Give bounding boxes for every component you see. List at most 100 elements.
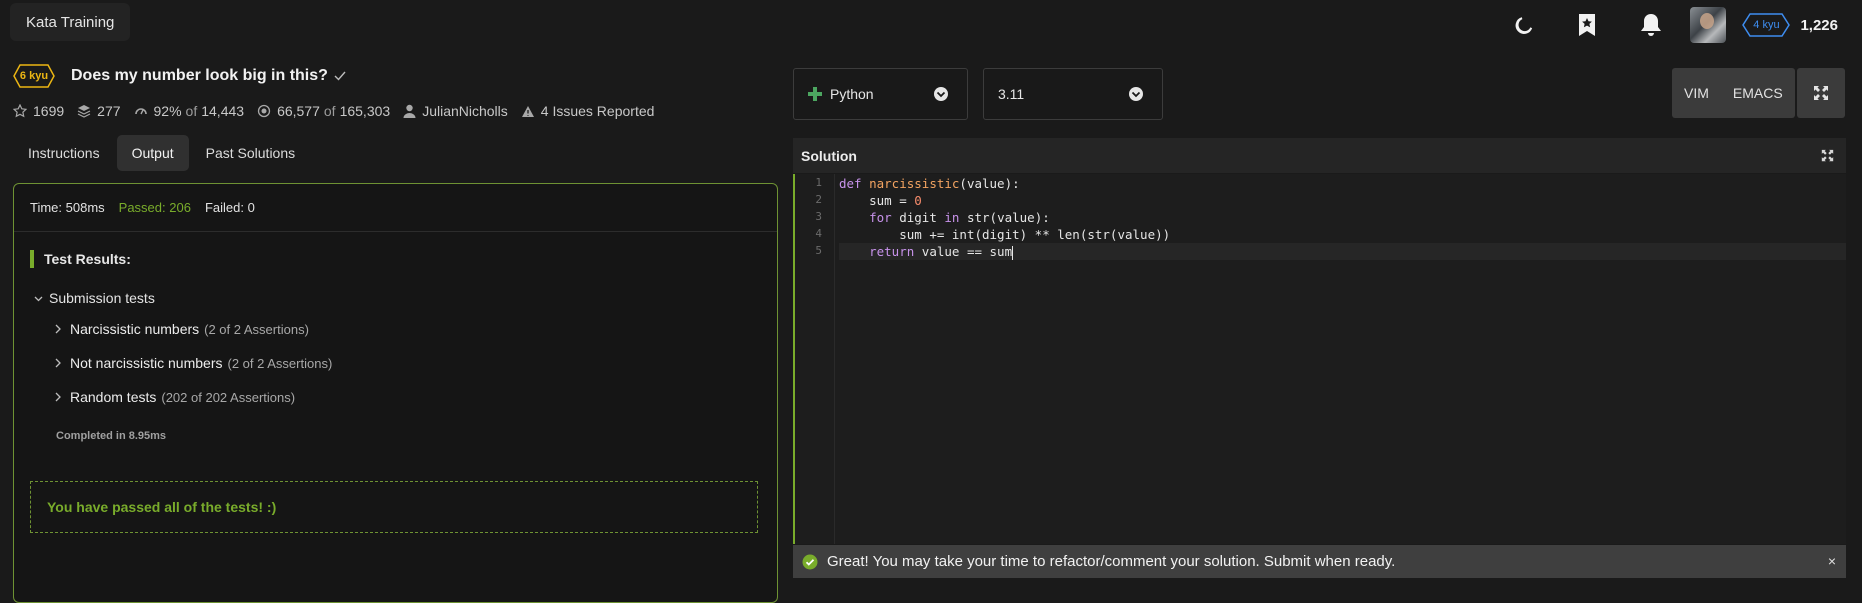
check-icon (334, 70, 346, 82)
code-token: str(value): (959, 210, 1050, 225)
test-assertions: (2 of 2 Assertions) (204, 321, 309, 337)
warning-icon (521, 105, 535, 118)
code-token: value == sum (914, 244, 1013, 259)
kata-title-row: 6 kyu Does my number look big in this? (13, 58, 778, 94)
output-summary: Time: 508ms Passed: 206 Failed: 0 (14, 184, 777, 232)
code-token: (value): (959, 176, 1020, 191)
moon-icon[interactable] (1514, 15, 1534, 35)
language-value: Python (830, 86, 874, 102)
code-token: for (869, 210, 892, 225)
passed-label: Passed: 206 (118, 200, 191, 215)
success-toast: Great! You may take your time to refacto… (793, 545, 1846, 578)
completed-time: Completed in 8.95ms (56, 430, 167, 442)
chevron-right-icon (54, 392, 62, 402)
star-icon (13, 104, 27, 118)
submission-tests-group[interactable]: Submission tests (34, 290, 155, 306)
collections-count: 277 (97, 103, 121, 119)
test-name: Not narcissistic numbers (70, 355, 223, 371)
tab-past-solutions[interactable]: Past Solutions (191, 135, 311, 171)
code-line-current: return value == sum (839, 243, 1846, 260)
code-line: sum = 0 (839, 192, 1846, 209)
code-token: def (839, 176, 862, 191)
failed-label: Failed: 0 (204, 200, 255, 215)
code-token: narcissistic (869, 176, 960, 191)
check-circle-icon (802, 554, 818, 570)
user-rank-badge: 4 kyu (1742, 13, 1791, 37)
stars-stat[interactable]: 1699 (13, 103, 64, 119)
line-number: 4 (815, 227, 822, 240)
solution-header: Solution (793, 138, 1846, 173)
line-number: 3 (815, 210, 822, 223)
of-label: of (185, 103, 198, 119)
version-select[interactable]: 3.11 (983, 68, 1163, 120)
code-editor[interactable]: 1 2 3 4 5 def narcissistic(value): sum =… (793, 174, 1846, 544)
kata-training-link[interactable]: Kata Training (10, 3, 131, 41)
tab-output[interactable]: Output (116, 135, 189, 171)
attempted-count: 165,303 (339, 103, 391, 119)
close-icon[interactable]: × (1828, 553, 1836, 569)
code-token: sum = (869, 193, 915, 208)
line-number: 1 (815, 176, 822, 189)
of-label: of (323, 103, 336, 119)
chevron-down-icon (933, 86, 949, 102)
kata-title: Does my number look big in this? (71, 67, 328, 84)
code-token: in (944, 210, 960, 225)
emacs-mode-button[interactable]: EMACS (1721, 68, 1795, 118)
toast-message: Great! You may take your time to refacto… (827, 553, 1396, 570)
line-number: 2 (815, 193, 822, 206)
completed-count: 66,577 (277, 103, 320, 119)
test-name: Narcissistic numbers (70, 321, 200, 337)
line-gutter: 1 2 3 4 5 (795, 174, 835, 544)
code-token: digit (891, 210, 945, 225)
kata-tabs: Instructions Output Past Solutions (13, 134, 778, 172)
author-stat[interactable]: JulianNicholls (403, 103, 508, 119)
text-cursor (1012, 245, 1014, 260)
code-line: sum += int(digit) ** len(str(value)) (839, 226, 1846, 243)
fullscreen-button[interactable] (1797, 68, 1845, 118)
test-assertions: (202 of 202 Assertions) (161, 389, 296, 405)
issues-label[interactable]: 4 Issues Reported (541, 103, 655, 119)
bookmark-star-icon[interactable] (1578, 13, 1596, 37)
user-icon (403, 104, 416, 118)
kata-info: 6 kyu Does my number look big in this? 1… (13, 58, 778, 172)
editor-mode-toggle: VIM EMACS (1672, 68, 1795, 118)
bell-icon[interactable] (1640, 13, 1662, 37)
kata-stats: 1699 277 92% of 14,443 66,577 of 165,303… (13, 94, 778, 128)
test-item[interactable]: Narcissistic numbers (2 of 2 Assertions) (54, 321, 309, 337)
solution-title: Solution (801, 147, 857, 164)
test-assertions: (2 of 2 Assertions) (227, 355, 333, 371)
code-token: return (869, 244, 915, 259)
layers-icon (77, 104, 91, 118)
user-rank-label: 4 kyu (1753, 19, 1780, 31)
top-bar: Kata Training 4 kyu 1,226 (0, 0, 1862, 50)
code-token: sum += int(digit) ** len(str(value)) (899, 227, 1171, 242)
gauge-icon (134, 104, 148, 118)
avatar[interactable] (1690, 7, 1727, 43)
test-item[interactable]: Not narcissistic numbers (2 of 2 Asserti… (54, 355, 332, 371)
test-results-title: Test Results: (30, 250, 131, 268)
tab-instructions[interactable]: Instructions (13, 135, 115, 171)
language-select[interactable]: Python (793, 68, 968, 120)
line-number: 5 (815, 244, 822, 257)
test-name: Random tests (70, 389, 157, 405)
test-item[interactable]: Random tests (202 of 202 Assertions) (54, 389, 295, 405)
target-icon (257, 104, 271, 118)
code-line: def narcissistic(value): (839, 175, 1846, 192)
chevron-down-icon (1128, 86, 1144, 102)
kata-rank-label: 6 kyu (19, 70, 49, 82)
completion-stat: 66,577 of 165,303 (257, 103, 390, 119)
expand-icon[interactable] (1821, 149, 1834, 162)
vim-mode-button[interactable]: VIM (1672, 68, 1721, 118)
collections-stat[interactable]: 277 (77, 103, 121, 119)
author-name[interactable]: JulianNicholls (422, 103, 508, 119)
python-icon (808, 87, 822, 101)
issues-stat[interactable]: 4 Issues Reported (521, 103, 655, 119)
votes-count: 14,443 (201, 103, 245, 119)
chevron-right-icon (54, 324, 62, 334)
honor-count: 1,226 (1800, 16, 1838, 34)
stars-count: 1699 (33, 103, 65, 119)
